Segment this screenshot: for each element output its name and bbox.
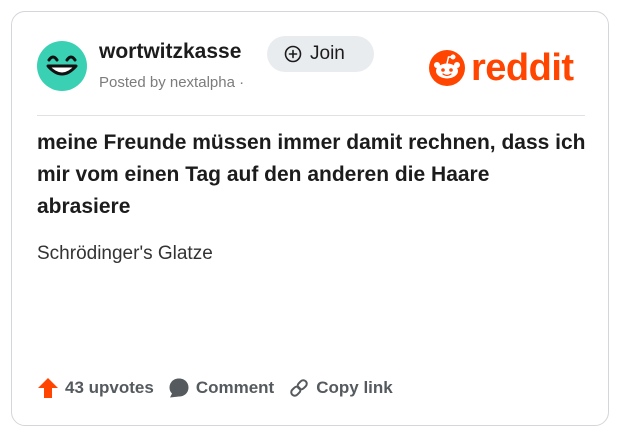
divider <box>37 115 585 116</box>
post-body: Schrödinger's Glatze <box>37 243 213 264</box>
comment-bubble-icon <box>169 378 189 398</box>
posted-by: Posted by nextalpha · <box>99 74 245 91</box>
upvote-arrow-icon <box>38 378 58 398</box>
subreddit-name[interactable]: wortwitzkasse <box>99 40 241 64</box>
reddit-wordmark: reddit <box>471 47 574 89</box>
reddit-snoo-icon <box>429 50 465 86</box>
comment-label: Comment <box>195 378 275 397</box>
link-icon <box>290 379 308 397</box>
post-title[interactable]: meine Freunde müssen immer damit rechnen… <box>37 127 587 223</box>
join-button[interactable]: Join <box>267 36 374 72</box>
comment-button[interactable]: Comment <box>168 377 274 399</box>
post-card: wortwitzkasse Posted by nextalpha · Join… <box>11 11 609 426</box>
grinning-face-icon <box>46 55 78 76</box>
upvote-count: 43 upvotes <box>65 378 154 397</box>
subreddit-avatar[interactable] <box>37 41 87 91</box>
copy-link-label: Copy link <box>316 378 393 397</box>
join-label: Join <box>310 43 345 64</box>
upvote-button[interactable]: 43 upvotes <box>37 377 154 399</box>
action-bar: 43 upvotes Comment Copy link <box>37 377 407 399</box>
copy-link-button[interactable]: Copy link <box>288 377 393 399</box>
plus-circle-icon <box>284 45 302 63</box>
reddit-logo: reddit <box>429 49 574 87</box>
